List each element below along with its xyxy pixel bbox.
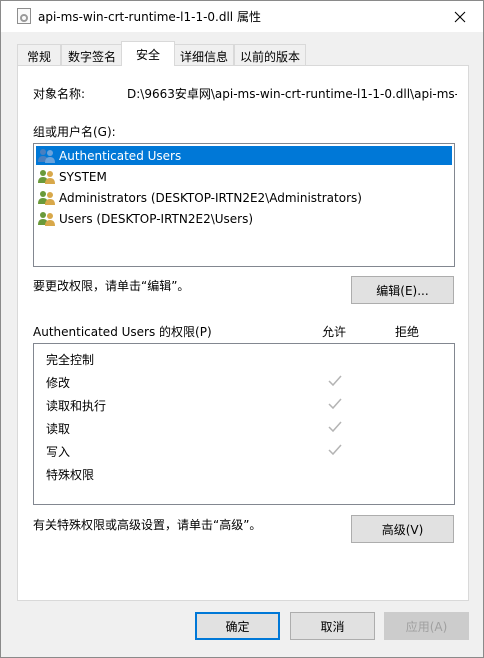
permission-row: 读取和执行 <box>46 395 446 413</box>
permission-row: 写入 <box>46 441 446 459</box>
list-item[interactable]: Authenticated Users <box>36 146 452 165</box>
dll-file-icon <box>17 8 31 24</box>
user-name: SYSTEM <box>59 169 107 184</box>
users-listbox[interactable]: Authenticated Users SYSTEM Administrator… <box>33 143 455 267</box>
permission-name: 读取和执行 <box>46 399 107 413</box>
allow-check-icon <box>328 421 342 433</box>
object-name-value: D:\9663安卓网\api-ms-win-crt-runtime-l1-1-0… <box>127 87 457 101</box>
tab-strip: 常规 数字签名 安全 详细信息 以前的版本 <box>17 41 467 66</box>
permissions-label: Authenticated Users 的权限(P) <box>33 325 212 339</box>
permission-name: 特殊权限 <box>46 468 95 482</box>
close-button[interactable] <box>437 1 483 32</box>
advanced-button[interactable]: 高级(V) <box>351 515 454 543</box>
users-group-icon <box>38 169 56 184</box>
security-panel: 对象名称: D:\9663安卓网\api-ms-win-crt-runtime-… <box>17 65 469 601</box>
change-permissions-hint: 要更改权限，请单击“编辑”。 <box>33 279 190 293</box>
group-or-user-label: 组或用户名(G): <box>33 125 116 139</box>
object-name-label: 对象名称: <box>33 87 86 101</box>
list-item[interactable]: Administrators (DESKTOP-IRTN2E2\Administ… <box>36 188 452 207</box>
tab-details[interactable]: 详细信息 <box>174 44 234 65</box>
users-group-icon <box>38 148 56 163</box>
user-name: Users (DESKTOP-IRTN2E2\Users) <box>59 211 254 226</box>
list-item[interactable]: SYSTEM <box>36 167 452 186</box>
close-icon <box>454 11 466 22</box>
list-item[interactable]: Users (DESKTOP-IRTN2E2\Users) <box>36 209 452 228</box>
permission-row: 读取 <box>46 418 446 436</box>
properties-dialog: api-ms-win-crt-runtime-l1-1-0.dll 属性 常规 … <box>0 0 484 658</box>
tab-digital-signatures[interactable]: 数字签名 <box>61 44 123 65</box>
allow-check-icon <box>328 375 342 387</box>
permission-name: 写入 <box>46 445 71 459</box>
allow-check-icon <box>328 444 342 456</box>
tab-security[interactable]: 安全 <box>121 41 175 66</box>
permission-name: 完全控制 <box>46 353 95 367</box>
permission-row: 修改 <box>46 372 446 390</box>
permission-row: 特殊权限 <box>46 464 446 482</box>
users-group-icon <box>38 211 56 226</box>
permissions-listbox: 完全控制 修改 读取和执行 读取 写入 特殊权限 <box>33 343 455 505</box>
deny-column-header: 拒绝 <box>395 325 420 339</box>
edit-button[interactable]: 编辑(E)... <box>351 276 454 304</box>
allow-check-icon <box>328 398 342 410</box>
window-title: api-ms-win-crt-runtime-l1-1-0.dll 属性 <box>38 10 261 24</box>
cancel-button[interactable]: 取消 <box>290 612 375 640</box>
ok-button[interactable]: 确定 <box>195 612 280 640</box>
permission-name: 读取 <box>46 422 71 436</box>
permission-row: 完全控制 <box>46 349 446 367</box>
tab-previous-versions[interactable]: 以前的版本 <box>234 44 306 65</box>
allow-column-header: 允许 <box>322 325 347 339</box>
apply-button[interactable]: 应用(A) <box>384 612 469 640</box>
permission-name: 修改 <box>46 376 71 390</box>
users-group-icon <box>38 190 56 205</box>
tab-general[interactable]: 常规 <box>17 44 61 65</box>
user-name: Administrators (DESKTOP-IRTN2E2\Administ… <box>59 190 362 205</box>
title-bar[interactable]: api-ms-win-crt-runtime-l1-1-0.dll 属性 <box>1 1 483 32</box>
advanced-hint: 有关特殊权限或高级设置，请单击“高级”。 <box>33 518 262 532</box>
user-name: Authenticated Users <box>59 148 182 163</box>
